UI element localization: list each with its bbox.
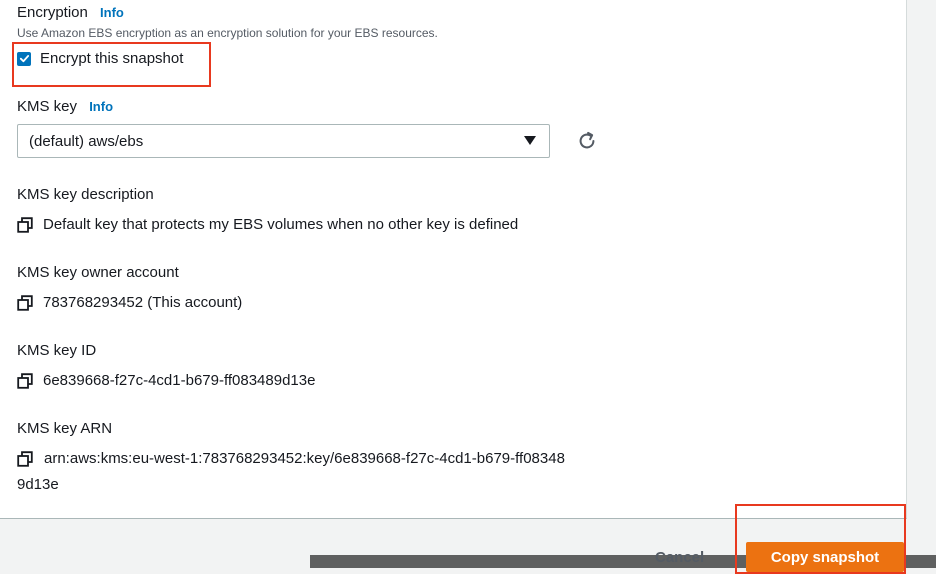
encryption-heading: Encryption Info [17, 4, 124, 21]
cancel-button[interactable]: Cancel [655, 549, 704, 566]
encryption-description: Use Amazon EBS encryption as an encrypti… [17, 26, 438, 40]
encryption-info-link[interactable]: Info [100, 5, 124, 20]
kms-key-description-label: KMS key description [17, 186, 154, 203]
kms-key-owner-value: 783768293452 (This account) [43, 294, 243, 311]
encryption-panel: Encryption Info Use Amazon EBS encryptio… [0, 0, 907, 519]
kms-key-label: KMS key [17, 98, 78, 115]
caret-down-icon [524, 136, 536, 145]
annotation-highlight-submit [735, 504, 906, 574]
kms-key-selected-value: (default) aws/ebs [29, 133, 144, 150]
kms-key-select[interactable]: (default) aws/ebs [17, 124, 550, 158]
kms-key-owner-row: 783768293452 (This account) [17, 294, 242, 311]
kms-key-heading: KMS key Info [17, 98, 113, 115]
copy-icon[interactable] [17, 217, 33, 233]
copy-icon[interactable] [17, 373, 33, 389]
kms-key-arn-label: KMS key ARN [17, 420, 113, 437]
copy-icon[interactable] [17, 295, 33, 311]
annotation-highlight-checkbox [12, 42, 211, 87]
kms-key-id-value: 6e839668-f27c-4cd1-b679-ff083489d13e [43, 372, 316, 389]
kms-key-arn-value: arn:aws:kms:eu-west-1:783768293452:key/6… [17, 450, 565, 493]
kms-key-info-link[interactable]: Info [89, 99, 113, 114]
kms-key-description-value: Default key that protects my EBS volumes… [43, 216, 519, 233]
kms-key-id-row: 6e839668-f27c-4cd1-b679-ff083489d13e [17, 372, 315, 389]
refresh-icon[interactable] [576, 130, 598, 152]
encryption-title: Encryption [17, 4, 88, 21]
kms-key-description-row: Default key that protects my EBS volumes… [17, 216, 518, 233]
kms-key-owner-label: KMS key owner account [17, 264, 179, 281]
kms-key-id-label: KMS key ID [17, 342, 97, 359]
